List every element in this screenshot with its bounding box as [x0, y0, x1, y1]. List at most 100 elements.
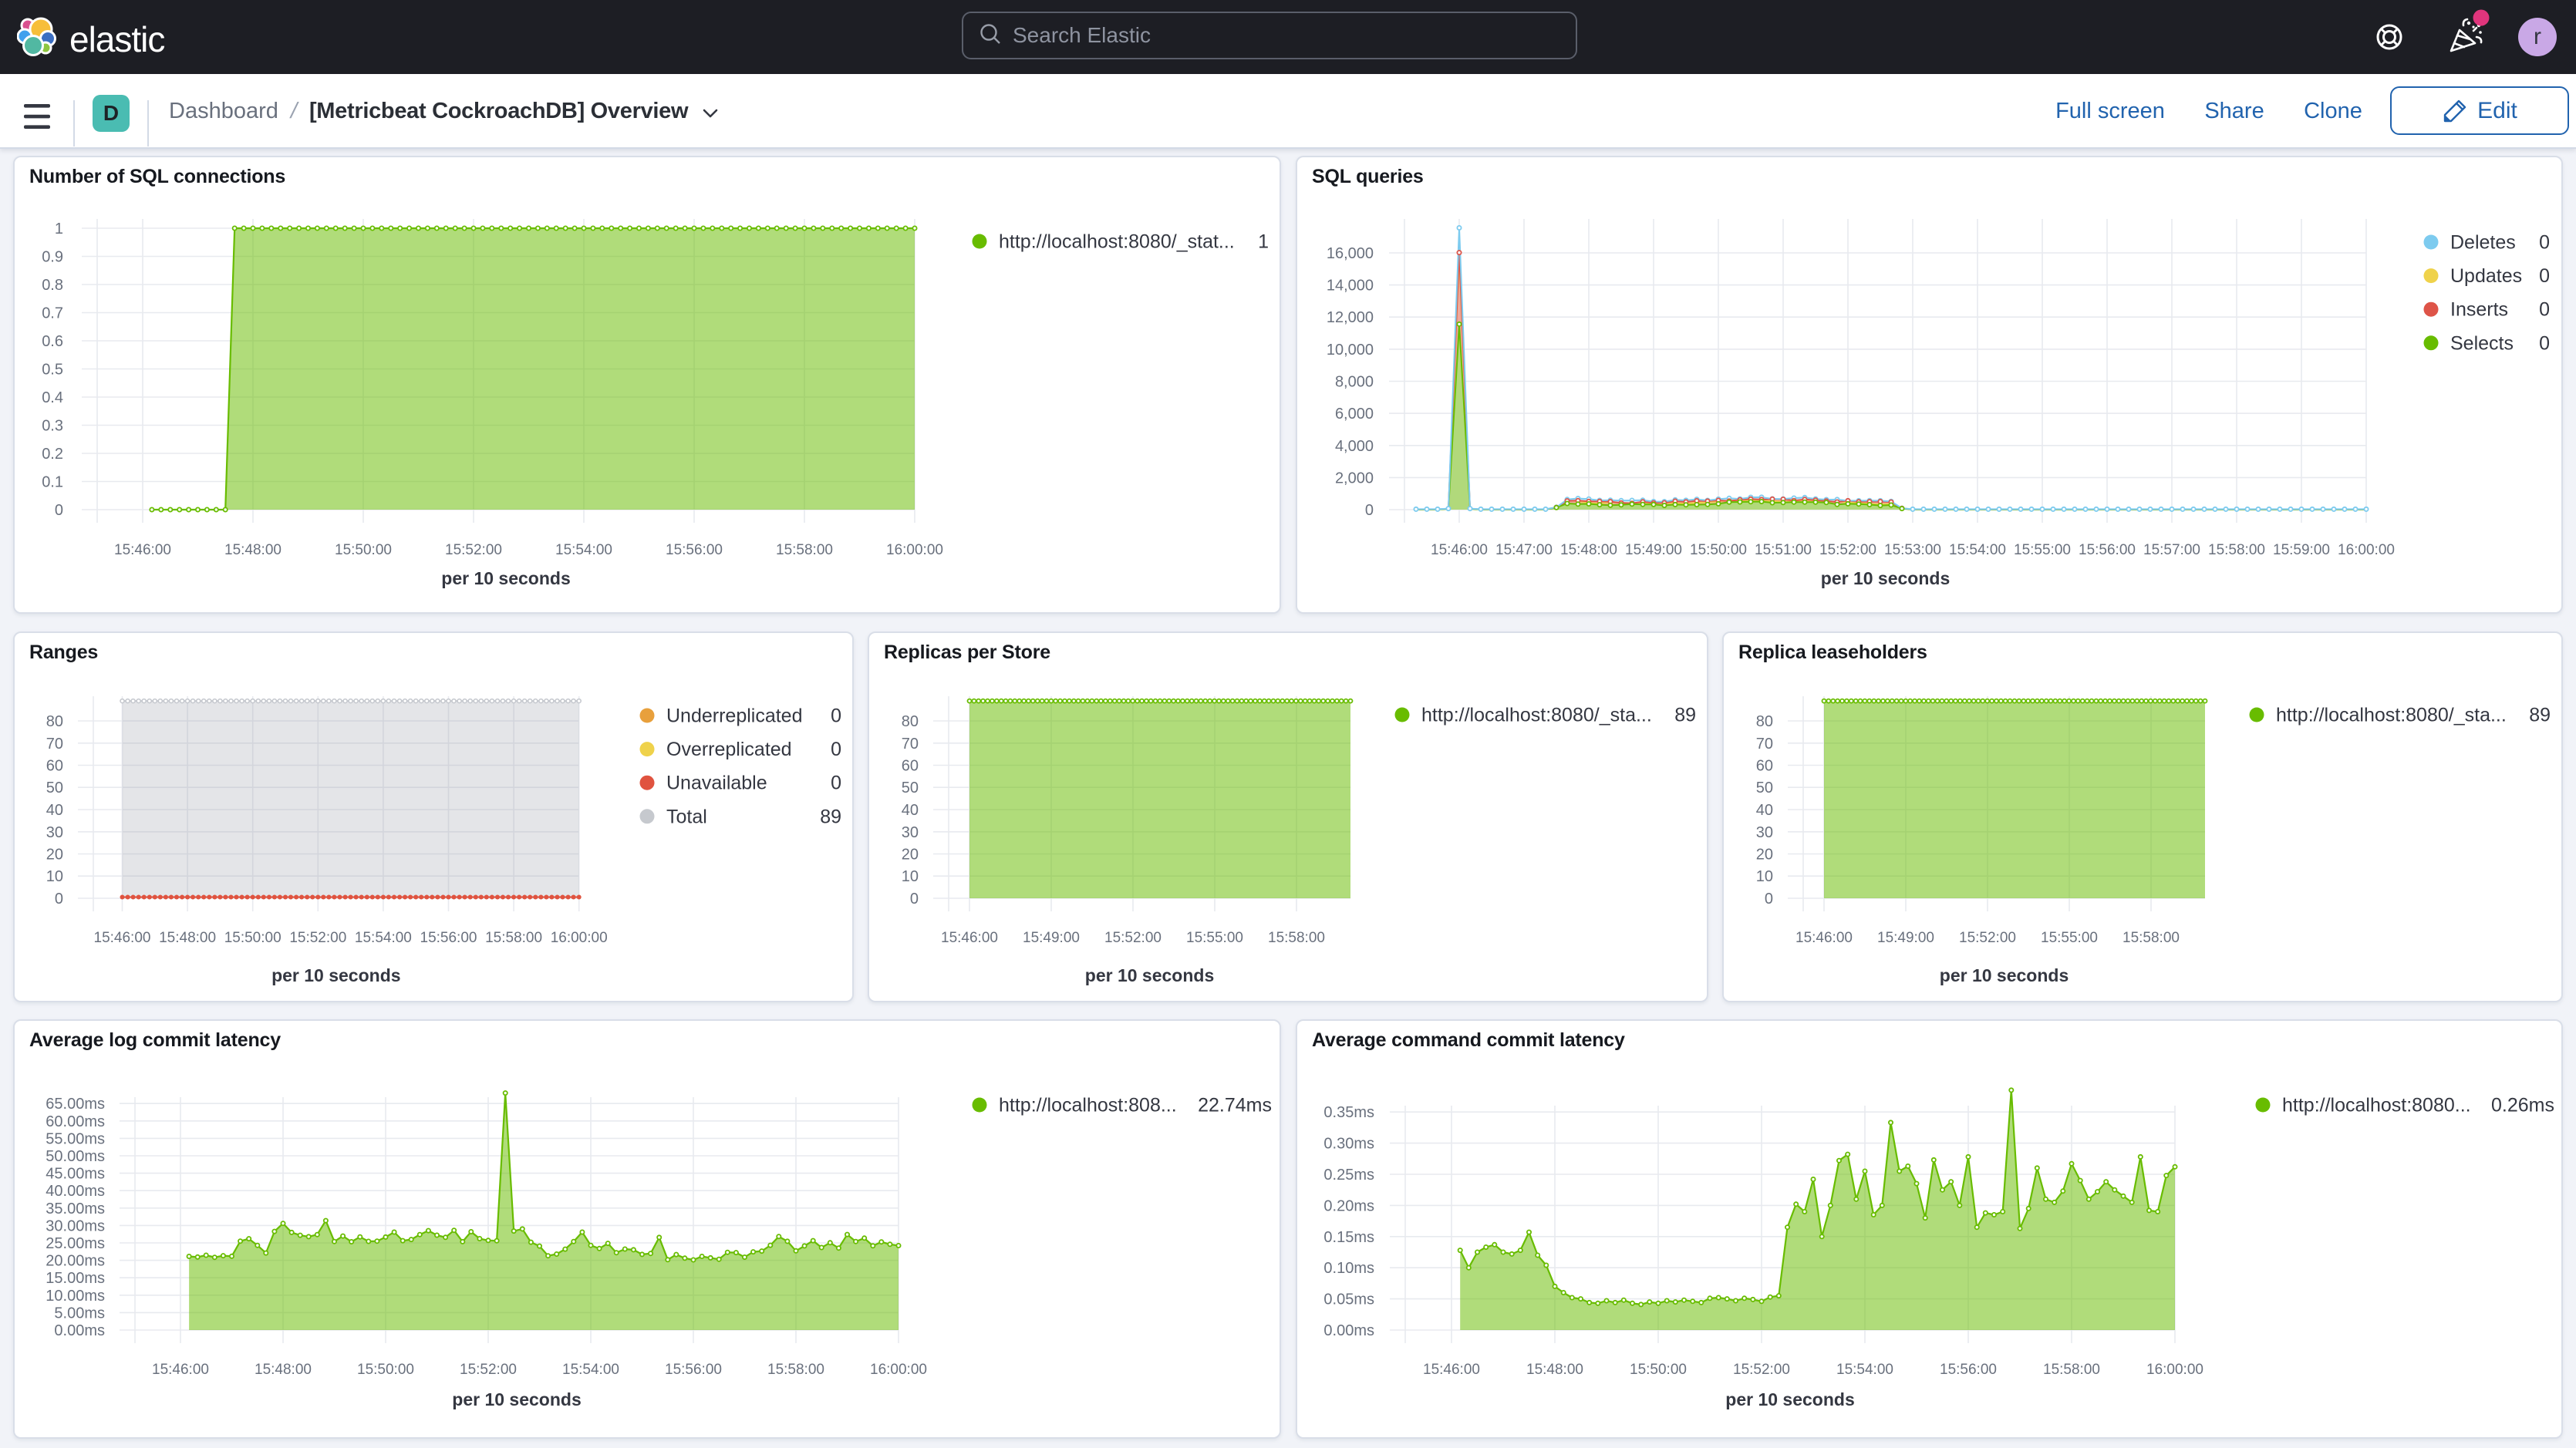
svg-text:15:58:00: 15:58:00 — [767, 1362, 824, 1378]
svg-text:15:52:00: 15:52:00 — [460, 1362, 517, 1378]
svg-text:5.00ms: 5.00ms — [54, 1305, 105, 1322]
svg-text:30: 30 — [1756, 824, 1773, 841]
svg-text:0.05ms: 0.05ms — [1323, 1291, 1374, 1308]
svg-text:50: 50 — [1756, 780, 1773, 796]
svg-text:15:50:00: 15:50:00 — [1630, 1362, 1687, 1378]
svg-text:0.6: 0.6 — [42, 333, 63, 350]
svg-text:89: 89 — [1674, 705, 1696, 726]
svg-text:per 10 seconds: per 10 seconds — [1821, 568, 1950, 588]
svg-text:15:58:00: 15:58:00 — [1268, 930, 1325, 946]
svg-text:4,000: 4,000 — [1335, 438, 1374, 455]
svg-text:15:53:00: 15:53:00 — [1884, 542, 1941, 558]
svg-text:16:00:00: 16:00:00 — [886, 542, 943, 558]
svg-text:1: 1 — [1258, 231, 1269, 253]
svg-text:30: 30 — [902, 824, 919, 841]
svg-text:per 10 seconds: per 10 seconds — [1725, 1389, 1854, 1409]
svg-text:50: 50 — [46, 780, 63, 796]
svg-text:15:48:00: 15:48:00 — [224, 542, 282, 558]
svg-text:60: 60 — [46, 758, 63, 775]
svg-text:15:54:00: 15:54:00 — [1949, 542, 2006, 558]
svg-text:15:52:00: 15:52:00 — [1104, 930, 1162, 946]
svg-text:15:50:00: 15:50:00 — [335, 542, 392, 558]
svg-text:15:56:00: 15:56:00 — [665, 1362, 722, 1378]
svg-text:http://localhost:8080/_stat...: http://localhost:8080/_stat... — [999, 231, 1235, 253]
svg-text:15:54:00: 15:54:00 — [1836, 1362, 1893, 1378]
svg-text:15:48:00: 15:48:00 — [255, 1362, 312, 1378]
svg-text:50: 50 — [902, 780, 919, 796]
svg-text:20: 20 — [1756, 847, 1773, 864]
svg-text:0.20ms: 0.20ms — [1323, 1197, 1374, 1214]
svg-text:per 10 seconds: per 10 seconds — [441, 568, 570, 588]
svg-text:40: 40 — [902, 802, 919, 819]
svg-text:15:50:00: 15:50:00 — [357, 1362, 414, 1378]
svg-text:15:52:00: 15:52:00 — [1733, 1362, 1790, 1378]
svg-text:0: 0 — [55, 502, 63, 519]
svg-text:0: 0 — [831, 739, 841, 760]
svg-text:0: 0 — [1765, 891, 1773, 908]
svg-text:14,000: 14,000 — [1327, 278, 1374, 295]
svg-text:16:00:00: 16:00:00 — [870, 1362, 927, 1378]
svg-text:http://localhost:808...: http://localhost:808... — [999, 1095, 1177, 1116]
svg-text:16:00:00: 16:00:00 — [2146, 1362, 2203, 1378]
svg-text:15:48:00: 15:48:00 — [1560, 542, 1617, 558]
svg-text:0.5: 0.5 — [42, 362, 63, 379]
svg-text:60: 60 — [902, 758, 919, 775]
svg-text:70: 70 — [46, 736, 63, 753]
svg-text:15:54:00: 15:54:00 — [555, 542, 612, 558]
svg-text:15:58:00: 15:58:00 — [776, 542, 833, 558]
svg-text:15:47:00: 15:47:00 — [1495, 542, 1553, 558]
svg-text:15:56:00: 15:56:00 — [666, 542, 723, 558]
svg-text:0.35ms: 0.35ms — [1323, 1104, 1374, 1121]
svg-text:15:58:00: 15:58:00 — [2208, 542, 2265, 558]
svg-text:65.00ms: 65.00ms — [46, 1096, 105, 1113]
svg-text:per 10 seconds: per 10 seconds — [1085, 965, 1214, 985]
svg-text:0: 0 — [2539, 232, 2550, 254]
svg-text:15:46:00: 15:46:00 — [1423, 1362, 1480, 1378]
svg-text:Deletes: Deletes — [2450, 232, 2516, 254]
svg-text:15:55:00: 15:55:00 — [2041, 930, 2098, 946]
svg-text:89: 89 — [820, 806, 841, 827]
svg-text:per 10 seconds: per 10 seconds — [1940, 965, 2069, 985]
svg-text:0: 0 — [910, 891, 919, 908]
svg-text:80: 80 — [1756, 713, 1773, 730]
svg-text:Inserts: Inserts — [2450, 299, 2508, 321]
svg-text:22.74ms: 22.74ms — [1198, 1095, 1272, 1116]
svg-text:0.30ms: 0.30ms — [1323, 1136, 1374, 1153]
svg-text:15:58:00: 15:58:00 — [2043, 1362, 2100, 1378]
svg-text:20: 20 — [902, 847, 919, 864]
svg-text:80: 80 — [46, 713, 63, 730]
svg-text:15:58:00: 15:58:00 — [2123, 930, 2180, 946]
svg-text:Total: Total — [666, 806, 707, 827]
svg-text:15:46:00: 15:46:00 — [1431, 542, 1488, 558]
svg-text:Overreplicated: Overreplicated — [666, 739, 792, 760]
svg-text:0: 0 — [2539, 265, 2550, 287]
svg-text:15:57:00: 15:57:00 — [2143, 542, 2200, 558]
svg-text:15:49:00: 15:49:00 — [1625, 542, 1682, 558]
svg-text:Selects: Selects — [2450, 332, 2514, 354]
svg-text:per 10 seconds: per 10 seconds — [271, 965, 400, 985]
svg-text:15:52:00: 15:52:00 — [1819, 542, 1876, 558]
svg-text:0.8: 0.8 — [42, 277, 63, 294]
svg-text:15:46:00: 15:46:00 — [152, 1362, 209, 1378]
svg-text:0.7: 0.7 — [42, 305, 63, 322]
svg-text:35.00ms: 35.00ms — [46, 1200, 105, 1217]
svg-text:15:51:00: 15:51:00 — [1755, 542, 1812, 558]
svg-text:15:50:00: 15:50:00 — [224, 930, 282, 946]
svg-text:0.00ms: 0.00ms — [54, 1322, 105, 1339]
svg-text:0: 0 — [831, 773, 841, 794]
svg-text:15:49:00: 15:49:00 — [1023, 930, 1080, 946]
svg-text:15:59:00: 15:59:00 — [2273, 542, 2330, 558]
svg-text:0: 0 — [1365, 502, 1374, 519]
svg-text:45.00ms: 45.00ms — [46, 1166, 105, 1183]
svg-text:0: 0 — [55, 891, 63, 908]
svg-text:40: 40 — [1756, 802, 1773, 819]
svg-text:20: 20 — [46, 847, 63, 864]
svg-text:10: 10 — [902, 868, 919, 885]
svg-text:0.15ms: 0.15ms — [1323, 1229, 1374, 1246]
svg-text:30: 30 — [46, 824, 63, 841]
svg-text:40: 40 — [46, 802, 63, 819]
svg-text:Updates: Updates — [2450, 265, 2522, 287]
svg-text:0: 0 — [831, 705, 841, 727]
svg-text:15:54:00: 15:54:00 — [355, 930, 412, 946]
svg-text:15:54:00: 15:54:00 — [562, 1362, 619, 1378]
